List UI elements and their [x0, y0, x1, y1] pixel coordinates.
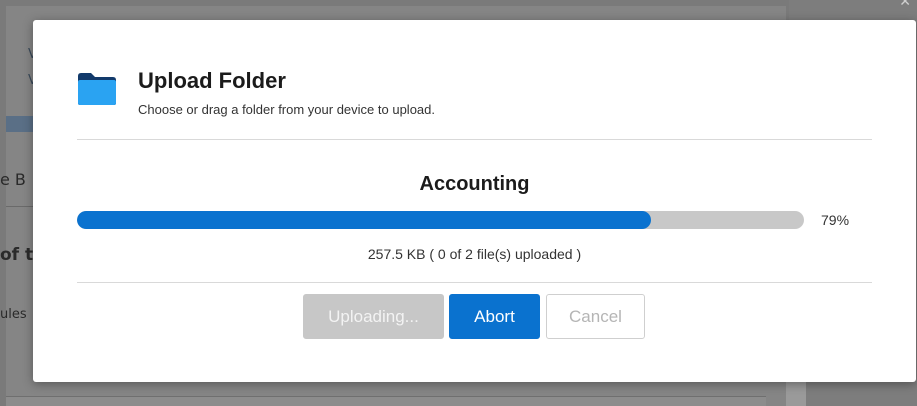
upload-status-text: 257.5 KB ( 0 of 2 file(s) uploaded ): [367, 246, 582, 262]
folder-icon: [77, 72, 117, 106]
uploading-button[interactable]: Uploading...: [303, 294, 444, 339]
abort-button[interactable]: Abort: [449, 294, 540, 339]
progress-percent: 79%: [821, 212, 850, 228]
dialog-subtitle: Choose or drag a folder from your device…: [138, 102, 436, 117]
upload-folder-dialog: Upload Folder Choose or drag a folder fr…: [33, 20, 916, 382]
cancel-button[interactable]: Cancel: [546, 294, 645, 339]
background-heading: of t: [0, 245, 34, 265]
header-divider: [77, 139, 872, 140]
folder-name: Accounting: [419, 173, 530, 195]
background-bottom-bar: [6, 396, 766, 406]
background-text: ules: [0, 307, 27, 322]
background-scrollbar: [786, 380, 806, 406]
dialog-title: Upload Folder: [138, 68, 286, 93]
upload-progress-fill: [77, 211, 652, 229]
background-text: e B: [0, 170, 26, 189]
dialog-header: Upload Folder Choose or drag a folder fr…: [77, 68, 872, 140]
upload-progress-bar: [77, 211, 804, 229]
background-divider: [6, 206, 36, 207]
footer-divider: [77, 282, 872, 283]
background-close-icon: ✕: [899, 0, 911, 10]
dialog-buttons: Uploading... Abort Cancel: [33, 294, 916, 340]
